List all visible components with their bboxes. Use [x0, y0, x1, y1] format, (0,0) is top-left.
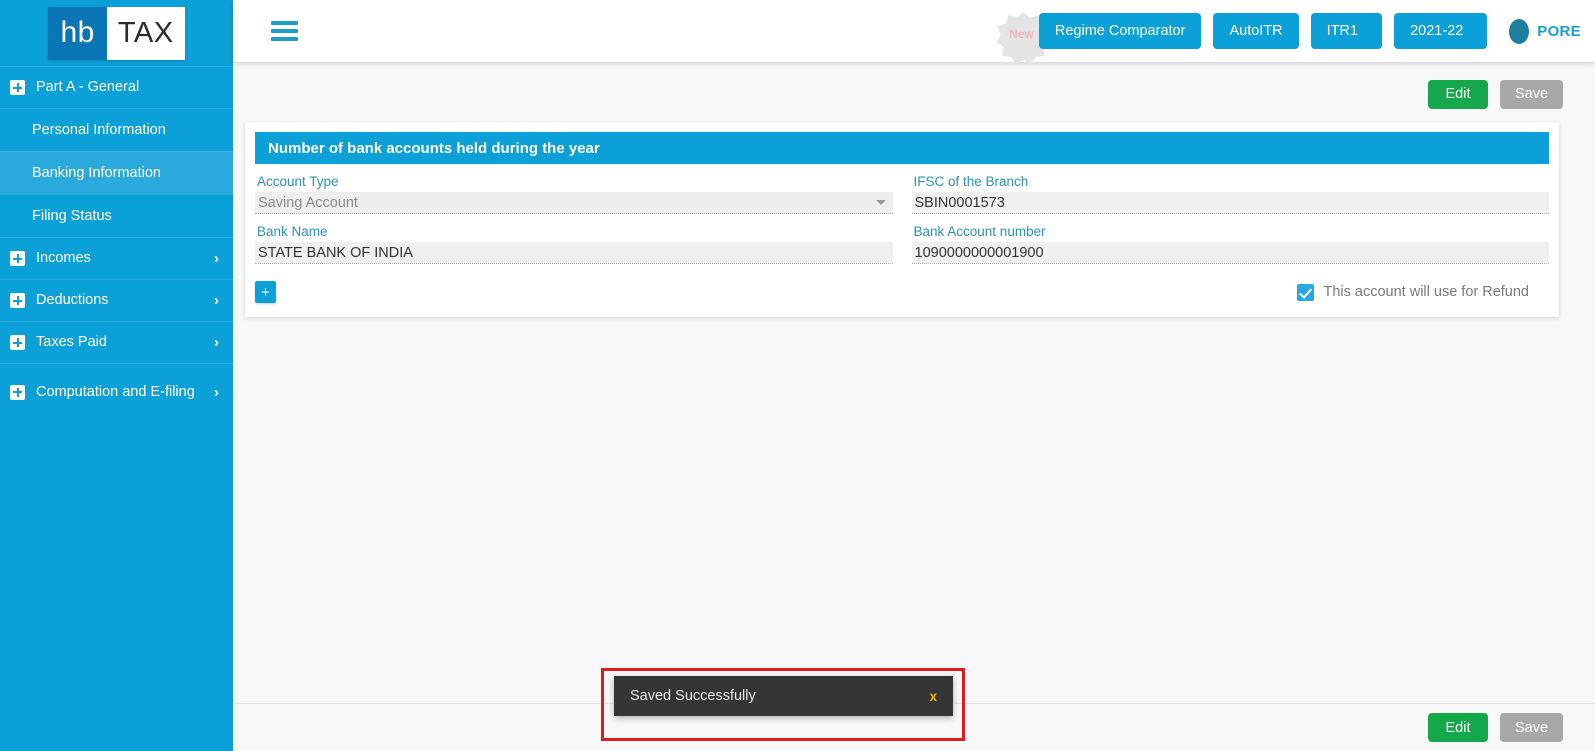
- sidebar-item-deductions[interactable]: Deductions ›: [0, 280, 233, 321]
- top-header-actions: New Regime Comparator AutoITR ITR1 ⱟ 202…: [1039, 13, 1581, 49]
- app-logo[interactable]: hb TAX: [0, 0, 233, 66]
- expand-plus-icon: [10, 335, 25, 350]
- add-bank-account-button[interactable]: +: [255, 281, 276, 303]
- card-title: Number of bank accounts held during the …: [255, 132, 1549, 164]
- edit-button-top[interactable]: Edit: [1428, 80, 1488, 109]
- sidebar-item-label: Deductions: [36, 291, 214, 309]
- logo-hb-text: hb: [48, 7, 106, 60]
- refund-checkbox[interactable]: [1297, 284, 1314, 301]
- hamburger-bar: [271, 37, 298, 41]
- card-footer: + This account will use for Refund: [255, 264, 1549, 303]
- logo-tax-text: TAX: [107, 7, 185, 60]
- field-bank-name: Bank Name STATE BANK OF INDIA: [255, 214, 893, 264]
- sidebar-item-label: Part A - General: [36, 78, 219, 96]
- toast-notification: Saved Successfully x: [614, 676, 953, 716]
- expand-plus-icon: [10, 293, 25, 308]
- assessment-year-label: 2021-22: [1410, 23, 1463, 39]
- sidebar-item-banking-information[interactable]: Banking Information: [0, 151, 233, 194]
- regime-comparator-button[interactable]: Regime Comparator: [1039, 13, 1202, 49]
- field-label: Account Type: [255, 174, 893, 189]
- chevron-right-icon: ›: [214, 385, 219, 400]
- account-type-value: Saving Account: [258, 195, 358, 211]
- hamburger-bar: [271, 21, 298, 25]
- top-action-bar: Edit Save: [233, 62, 1595, 114]
- itr-form-dropdown[interactable]: ITR1 ⱟ: [1311, 13, 1382, 49]
- sidebar-item-label: Taxes Paid: [36, 333, 214, 351]
- sidebar-item-incomes[interactable]: Incomes ›: [0, 238, 233, 279]
- field-ifsc: IFSC of the Branch SBIN0001573: [912, 164, 1550, 214]
- sidebar-item-computation-and-efiling[interactable]: Computation and E-filing ›: [0, 364, 233, 420]
- field-label: IFSC of the Branch: [912, 174, 1550, 189]
- toast-message: Saved Successfully: [630, 688, 929, 704]
- ifsc-value: SBIN0001573: [915, 195, 1005, 211]
- chevron-right-icon: ›: [214, 335, 219, 350]
- itr-form-label: ITR1: [1327, 23, 1358, 39]
- avatar: [1509, 19, 1529, 44]
- sidebar-group-deductions: Deductions ›: [0, 279, 233, 321]
- edit-button-bottom[interactable]: Edit: [1428, 713, 1488, 742]
- top-header-bar: New Regime Comparator AutoITR ITR1 ⱟ 202…: [233, 0, 1595, 62]
- sidebar-item-label: Banking Information: [32, 165, 161, 181]
- chevron-right-icon: ›: [214, 251, 219, 266]
- field-label: Bank Name: [255, 224, 893, 239]
- refund-checkbox-label: This account will use for Refund: [1323, 284, 1529, 300]
- bank-name-input[interactable]: STATE BANK OF INDIA: [255, 242, 893, 264]
- expand-plus-icon: [10, 80, 25, 95]
- bank-name-value: STATE BANK OF INDIA: [258, 245, 413, 261]
- field-account-number: Bank Account number 1090000000001900: [912, 214, 1550, 264]
- user-menu[interactable]: PORE: [1509, 19, 1581, 44]
- account-type-select[interactable]: Saving Account: [255, 192, 893, 214]
- expand-plus-icon: [10, 251, 25, 266]
- sidebar-item-part-a-general[interactable]: Part A - General ⱟ: [0, 67, 233, 108]
- sidebar-item-filing-status[interactable]: Filing Status: [0, 194, 233, 237]
- sidebar: hb TAX Part A - General ⱟ Personal Infor…: [0, 0, 233, 751]
- hamburger-menu-icon[interactable]: [271, 21, 298, 41]
- auto-itr-button[interactable]: AutoITR: [1213, 13, 1298, 49]
- account-number-value: 1090000000001900: [915, 245, 1044, 261]
- sidebar-group-computation: Computation and E-filing ›: [0, 363, 233, 420]
- user-name-label: PORE: [1537, 23, 1581, 40]
- new-badge-label: New: [1009, 27, 1034, 41]
- save-button-top[interactable]: Save: [1500, 80, 1563, 109]
- hamburger-bar: [271, 29, 298, 33]
- expand-plus-icon: [10, 385, 25, 400]
- sidebar-item-taxes-paid[interactable]: Taxes Paid ›: [0, 322, 233, 363]
- sidebar-item-label: Personal Information: [32, 122, 166, 138]
- save-button-bottom[interactable]: Save: [1500, 713, 1563, 742]
- sidebar-item-label: Filing Status: [32, 208, 112, 224]
- auto-itr-label: AutoITR: [1229, 23, 1282, 39]
- ifsc-input[interactable]: SBIN0001573: [912, 192, 1550, 214]
- sidebar-group-part-a: Part A - General ⱟ Personal Information …: [0, 66, 233, 237]
- sidebar-item-personal-information[interactable]: Personal Information: [0, 108, 233, 151]
- account-number-input[interactable]: 1090000000001900: [912, 242, 1550, 264]
- field-label: Bank Account number: [912, 224, 1550, 239]
- chevron-right-icon: ›: [214, 293, 219, 308]
- sidebar-item-label: Incomes: [36, 249, 214, 267]
- sidebar-group-incomes: Incomes ›: [0, 237, 233, 279]
- bank-account-form: Account Type Saving Account IFSC of the …: [255, 164, 1549, 264]
- chevron-down-icon: [876, 200, 886, 205]
- sidebar-item-label: Computation and E-filing: [36, 383, 214, 401]
- bank-accounts-card: Number of bank accounts held during the …: [245, 122, 1559, 317]
- assessment-year-dropdown[interactable]: 2021-22 ⱟ: [1394, 13, 1487, 49]
- main-content: Edit Save Number of bank accounts held d…: [233, 62, 1595, 751]
- regime-comparator-label: Regime Comparator: [1055, 23, 1186, 39]
- close-icon[interactable]: x: [929, 689, 937, 704]
- field-account-type: Account Type Saving Account: [255, 164, 893, 214]
- sidebar-group-taxes-paid: Taxes Paid ›: [0, 321, 233, 363]
- refund-checkbox-row[interactable]: This account will use for Refund: [1297, 284, 1529, 301]
